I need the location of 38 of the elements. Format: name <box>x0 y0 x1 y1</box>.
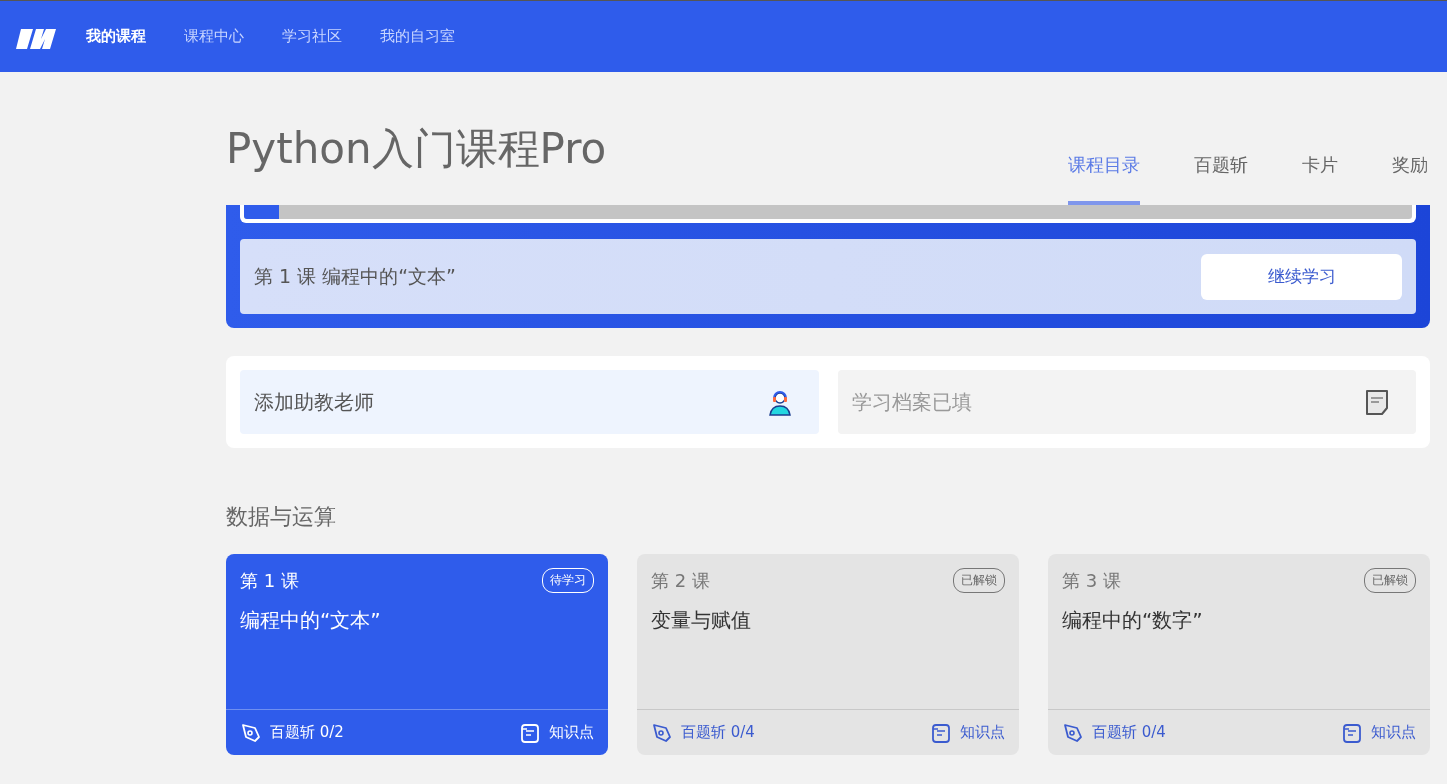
shortcut-label: 学习档案已填 <box>851 388 972 416</box>
notes-icon <box>1341 721 1363 744</box>
quiz-link[interactable]: 百题斩 0/2 <box>240 721 344 744</box>
current-lesson-label: 第 1 课 编程中的“文本” <box>254 263 456 289</box>
status-badge: 待学习 <box>542 568 594 593</box>
lesson-card[interactable]: 第 2 课 已解锁 变量与赋值 百题斩 0/4 知识点 <box>637 554 1019 755</box>
nav-link[interactable]: 我的自习室 <box>380 27 455 46</box>
continue-button[interactable]: 继续学习 <box>1201 253 1402 300</box>
shortcut-label: 添加助教老师 <box>254 388 374 416</box>
section-title: 数据与运算 <box>226 503 337 531</box>
tab[interactable]: 百题斩 <box>1194 153 1248 205</box>
lesson-card[interactable]: 第 1 课 待学习 编程中的“文本” 百题斩 0/2 知识点 <box>226 554 608 755</box>
quiz-link[interactable]: 百题斩 0/4 <box>651 721 755 744</box>
knowledge-link[interactable]: 知识点 <box>519 721 594 744</box>
nav-link[interactable]: 我的课程 <box>86 27 146 46</box>
pen-icon <box>651 721 673 744</box>
lesson-number: 第 1 课 <box>240 568 299 593</box>
shortcut-item[interactable]: 添加助教老师 <box>240 370 819 434</box>
lesson-title: 编程中的“数字” <box>1062 607 1204 634</box>
notes-icon <box>930 721 952 744</box>
knowledge-link[interactable]: 知识点 <box>930 721 1005 744</box>
notes-icon <box>519 721 541 744</box>
status-badge: 已解锁 <box>1364 568 1416 593</box>
pen-icon <box>1062 721 1084 744</box>
tab[interactable]: 卡片 <box>1302 153 1338 205</box>
status-badge: 已解锁 <box>953 568 1005 593</box>
pen-icon <box>240 721 262 744</box>
tab[interactable]: 奖励 <box>1392 153 1428 205</box>
lesson-title: 编程中的“文本” <box>240 607 382 634</box>
nav-link[interactable]: 学习社区 <box>282 27 342 46</box>
lesson-number: 第 2 课 <box>651 568 710 593</box>
quiz-link[interactable]: 百题斩 0/4 <box>1062 721 1166 744</box>
lesson-title: 变量与赋值 <box>651 607 752 634</box>
lesson-number: 第 3 课 <box>1062 568 1121 593</box>
nav-link[interactable]: 课程中心 <box>184 27 244 46</box>
lesson-card[interactable]: 第 3 课 已解锁 编程中的“数字” 百题斩 0/4 知识点 <box>1048 554 1430 755</box>
course-title: Python入门课程Pro <box>226 123 607 175</box>
knowledge-link[interactable]: 知识点 <box>1341 721 1416 744</box>
